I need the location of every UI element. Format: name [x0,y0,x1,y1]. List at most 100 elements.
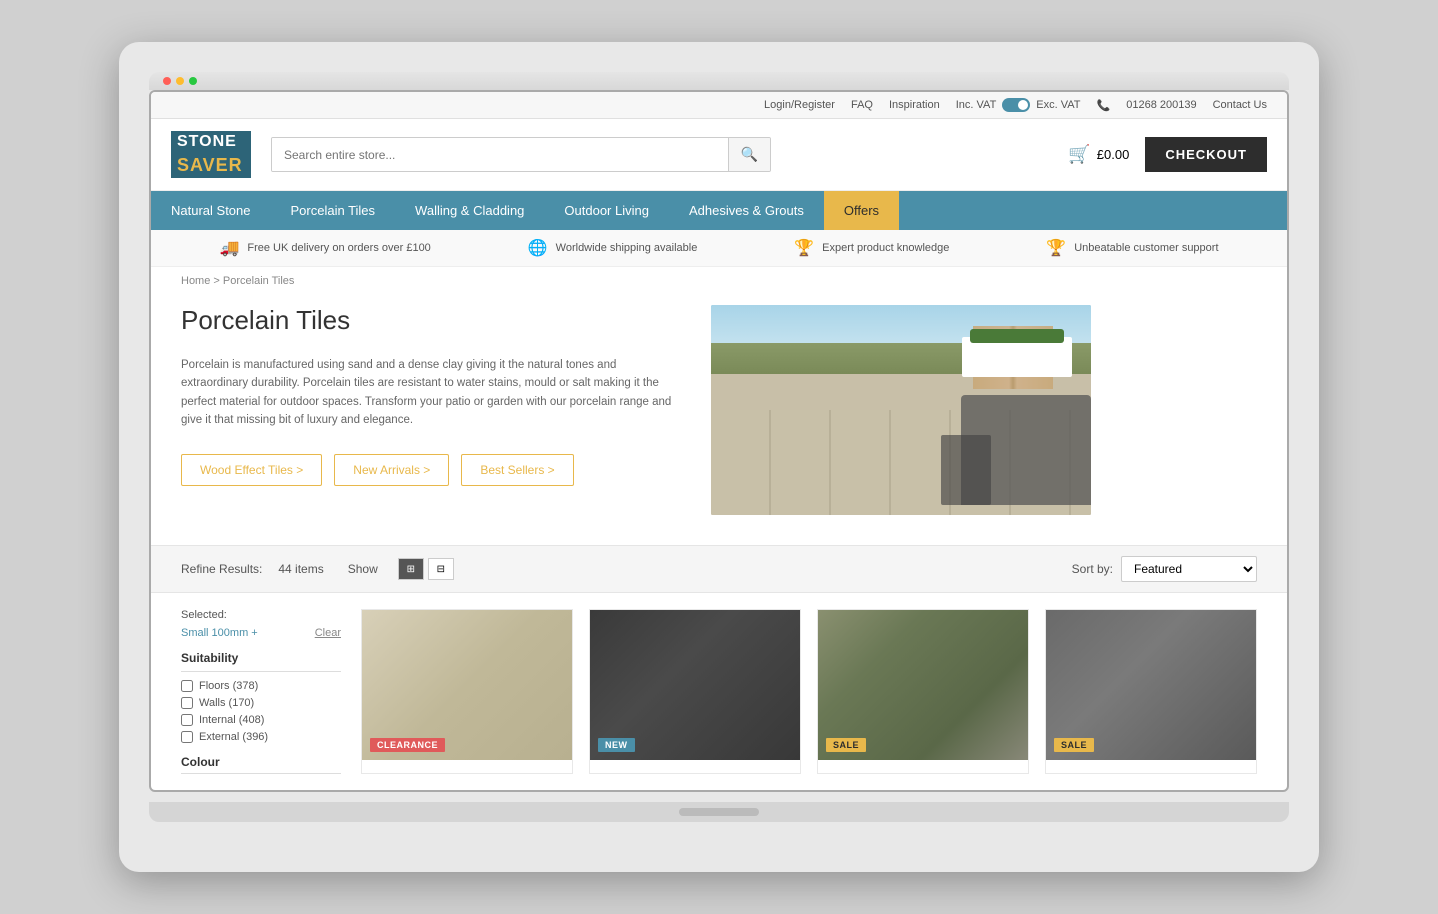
product-card-4[interactable]: SALE [1045,609,1257,774]
search-input[interactable] [272,138,728,171]
sort-label: Sort by: [1072,562,1113,576]
vat-toggle[interactable]: Inc. VAT Exc. VAT [956,98,1081,112]
search-bar[interactable]: 🔍 [271,137,771,172]
filter-walls[interactable]: Walls (170) [181,697,341,709]
login-link[interactable]: Login/Register [764,99,835,111]
logo-saver: SAVER [171,153,251,178]
filter-external[interactable]: External (396) [181,731,341,743]
benefit-expert-text: Expert product knowledge [822,242,949,254]
laptop-top-bar [149,72,1289,90]
filter-tag[interactable]: Small 100mm + [181,627,258,639]
benefit-worldwide: 🌐 Worldwide shipping available [528,238,698,258]
breadcrumb: Home > Porcelain Tiles [151,267,1287,295]
suitability-title: Suitability [181,651,341,672]
selected-label: Selected: [181,609,341,621]
filter-external-checkbox[interactable] [181,731,193,743]
utility-bar: Login/Register FAQ Inspiration Inc. VAT … [151,92,1287,119]
grid-3-button[interactable]: ⊟ [428,558,454,580]
filter-external-label: External (396) [199,731,268,743]
product-image-2: NEW [590,610,800,760]
logo-stone: STONE [171,131,251,153]
product-card-3[interactable]: SALE [817,609,1029,774]
category-info: Porcelain Tiles Porcelain is manufacture… [181,305,681,486]
badge-clearance-1: CLEARANCE [370,738,445,752]
clear-link[interactable]: Clear [315,627,341,639]
best-sellers-btn[interactable]: Best Sellers > [461,454,573,486]
benefit-support: 🏆 Unbeatable customer support [1046,238,1218,258]
filter-floors-checkbox[interactable] [181,680,193,692]
cart-area[interactable]: 🛒 £0.00 [1068,144,1129,165]
benefit-delivery-text: Free UK delivery on orders over £100 [247,242,430,254]
category-image [711,305,1091,515]
faq-link[interactable]: FAQ [851,99,873,111]
inc-vat-label: Inc. VAT [956,99,997,111]
inspiration-link[interactable]: Inspiration [889,99,940,111]
worldwide-icon: 🌐 [528,238,548,258]
filter-floors-label: Floors (378) [199,680,258,692]
benefit-worldwide-text: Worldwide shipping available [556,242,698,254]
breadcrumb-home[interactable]: Home [181,275,210,287]
product-card-1[interactable]: CLEARANCE [361,609,573,774]
category-header: Porcelain Tiles Porcelain is manufacture… [151,295,1287,545]
phone-number[interactable]: 01268 200139 [1126,99,1196,111]
phone-icon: 📞 [1097,99,1111,112]
logo[interactable]: STONE SAVER [171,131,251,178]
header-right: 🛒 £0.00 CHECKOUT [1068,137,1267,172]
items-count: 44 items [278,562,323,576]
laptop-screen: Login/Register FAQ Inspiration Inc. VAT … [149,90,1289,792]
search-button[interactable]: 🔍 [728,138,770,171]
badge-sale-4: SALE [1054,738,1094,752]
nav-item-natural-stone[interactable]: Natural Stone [151,191,271,230]
checkout-button[interactable]: CHECKOUT [1145,137,1267,172]
laptop-frame: Login/Register FAQ Inspiration Inc. VAT … [119,42,1319,872]
expert-icon: 🏆 [794,238,814,258]
colour-title: Colour [181,755,341,774]
nav-item-adhesives-grouts[interactable]: Adhesives & Grouts [669,191,824,230]
filter-walls-label: Walls (170) [199,697,254,709]
main-nav: Natural Stone Porcelain Tiles Walling & … [151,191,1287,230]
dot-green [189,77,197,85]
refine-label: Refine Results: [181,562,262,576]
category-title: Porcelain Tiles [181,305,681,336]
nav-item-walling-cladding[interactable]: Walling & Cladding [395,191,544,230]
cart-icon: 🛒 [1068,144,1090,165]
benefit-support-text: Unbeatable customer support [1074,242,1218,254]
nav-item-offers[interactable]: Offers [824,191,899,230]
benefits-bar: 🚚 Free UK delivery on orders over £100 🌐… [151,230,1287,267]
sort-area: Sort by: Featured Price: Low to High Pri… [1072,556,1257,582]
new-arrivals-btn[interactable]: New Arrivals > [334,454,449,486]
header: STONE SAVER 🔍 🛒 £0.00 CHECKOUT [151,119,1287,191]
benefit-expert: 🏆 Expert product knowledge [794,238,949,258]
sort-select[interactable]: Featured Price: Low to High Price: High … [1121,556,1257,582]
exc-vat-label: Exc. VAT [1036,99,1080,111]
filter-walls-checkbox[interactable] [181,697,193,709]
vat-toggle-switch[interactable] [1002,98,1030,112]
nav-item-porcelain-tiles[interactable]: Porcelain Tiles [271,191,396,230]
category-description: Porcelain is manufactured using sand and… [181,356,681,430]
selected-filter: Small 100mm + Clear [181,627,341,639]
filter-internal[interactable]: Internal (408) [181,714,341,726]
grid-4-button[interactable]: ⊞ [398,558,424,580]
benefit-delivery: 🚚 Free UK delivery on orders over £100 [219,238,430,258]
cart-amount: £0.00 [1097,147,1130,162]
product-image-3: SALE [818,610,1028,760]
wood-effect-tiles-btn[interactable]: Wood Effect Tiles > [181,454,322,486]
laptop-base [149,802,1289,822]
dot-yellow [176,77,184,85]
filter-floors[interactable]: Floors (378) [181,680,341,692]
contact-link[interactable]: Contact Us [1213,99,1267,111]
filter-internal-label: Internal (408) [199,714,264,726]
product-image-1: CLEARANCE [362,610,572,760]
badge-new-2: NEW [598,738,635,752]
product-card-2[interactable]: NEW [589,609,801,774]
results-bar: Refine Results: 44 items Show ⊞ ⊟ Sort b… [151,545,1287,593]
badge-sale-3: SALE [826,738,866,752]
product-image-4: SALE [1046,610,1256,760]
breadcrumb-separator: > [213,275,222,287]
filter-internal-checkbox[interactable] [181,714,193,726]
nav-item-outdoor-living[interactable]: Outdoor Living [544,191,669,230]
product-grid: CLEARANCE NEW SALE [361,609,1257,774]
delivery-icon: 🚚 [219,238,239,258]
page-content: Home > Porcelain Tiles Porcelain Tiles P… [151,267,1287,790]
show-label: Show [348,562,378,576]
